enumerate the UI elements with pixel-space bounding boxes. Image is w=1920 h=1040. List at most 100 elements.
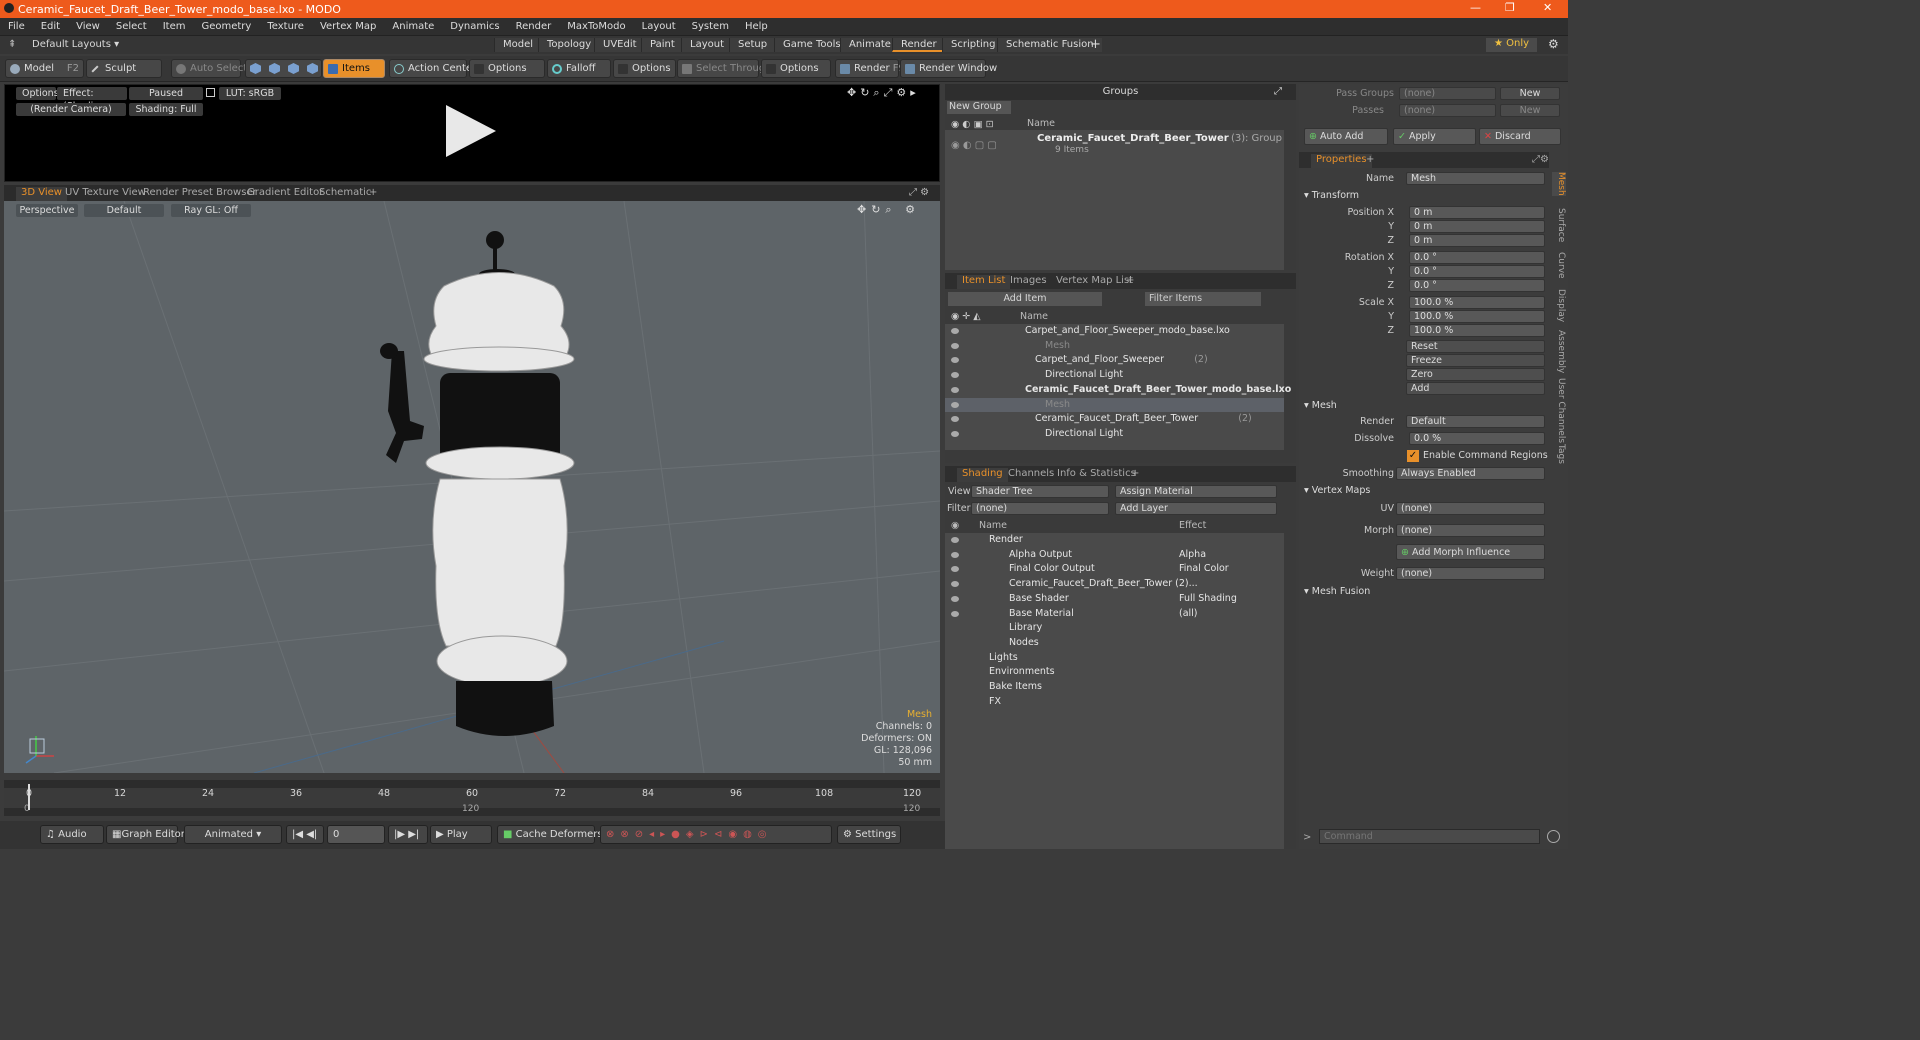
layout-home-icon[interactable]: ⇞ [8, 39, 16, 50]
scale-x-field[interactable]: 100.0 % [1409, 296, 1545, 309]
side-tab-curve[interactable]: Curve [1552, 252, 1566, 279]
side-tab-mesh[interactable]: Mesh [1552, 172, 1566, 196]
add-layer-dropdown[interactable]: Add Layer [1115, 502, 1277, 515]
scale-z-field[interactable]: 100.0 % [1409, 324, 1545, 337]
dissolve-field[interactable]: 0.0 % [1409, 432, 1545, 445]
edges-mode-icon[interactable] [269, 63, 280, 74]
enable-command-regions-checkbox[interactable]: ✓ [1407, 450, 1419, 462]
menu-animate[interactable]: Animate [384, 18, 442, 32]
paused-button[interactable]: Paused [129, 87, 203, 100]
viewport-nav-icons[interactable]: ✥↻⌕ ⚙ [857, 203, 920, 217]
visibility-eye-icon[interactable] [951, 386, 959, 393]
item-list-row[interactable]: Ceramic_Faucet_Draft_Beer_Tower_modo_bas… [945, 383, 1291, 398]
shader-tree-row[interactable]: Final Color Output Final Color [945, 562, 1284, 577]
lock-icon[interactable] [206, 88, 215, 97]
auto-select-button[interactable]: Auto Select [171, 59, 247, 78]
rotation-z-field[interactable]: 0.0 ° [1409, 279, 1545, 292]
options-button-1[interactable]: Options [469, 59, 545, 78]
discard-button[interactable]: ✕ Discard [1479, 128, 1561, 145]
smoothing-dropdown[interactable]: Always Enabled [1396, 467, 1545, 480]
group-name[interactable]: Ceramic_Faucet_Draft_Beer_Tower [1037, 133, 1229, 144]
play-render-icon[interactable] [446, 105, 496, 157]
shader-item-effect[interactable]: Full Shading [1179, 593, 1237, 604]
cache-deformers-button[interactable]: ■ Cache Deformers [497, 825, 603, 844]
freeze-dropdown[interactable]: Freeze [1406, 354, 1545, 367]
visibility-eye-icon[interactable] [951, 342, 959, 349]
shader-tree-row[interactable]: Library [945, 621, 1284, 636]
shader-item-effect[interactable]: Final Color [1179, 563, 1229, 574]
materials-mode-icon[interactable] [307, 63, 318, 74]
visibility-eye-icon[interactable] [951, 610, 959, 617]
sculpt-button[interactable]: Sculpt [86, 59, 162, 78]
mesh-section[interactable]: ▾ Mesh [1304, 400, 1337, 411]
visibility-eye-icon[interactable] [951, 537, 959, 543]
item-list-row[interactable]: Mesh [945, 339, 1284, 354]
group-visibility-icons[interactable]: ◉ ◐ ▢ ▢ [951, 140, 997, 151]
side-tab-surface[interactable]: Surface [1552, 208, 1566, 242]
shader-tree-row[interactable]: Environments [945, 665, 1284, 680]
new-group-button[interactable]: New Group [947, 101, 1011, 114]
expand-icon[interactable]: ⤢⚙ [1527, 154, 1554, 168]
menu-maxtomodo[interactable]: MaxToModo [559, 18, 633, 32]
visibility-eye-icon[interactable] [951, 595, 959, 602]
menu-render[interactable]: Render [508, 18, 560, 32]
tab-shading[interactable]: Shading [957, 468, 1008, 482]
tab-images[interactable]: Images [1005, 275, 1052, 289]
new-pass-button[interactable]: New [1500, 104, 1560, 117]
tab-game-tools[interactable]: Game Tools [774, 38, 849, 52]
shader-item-effect[interactable]: (all) [1179, 608, 1198, 619]
command-input[interactable] [1319, 829, 1540, 844]
tab-channels[interactable]: Channels [1003, 468, 1059, 482]
position-y-field[interactable]: 0 m [1409, 220, 1545, 233]
action-center-button[interactable]: Action Center [389, 59, 476, 78]
item-list-row[interactable]: Directional Light [945, 427, 1284, 442]
menu-dynamics[interactable]: Dynamics [442, 18, 507, 32]
key-tools-buttons[interactable]: ⊗⊗⊘◂▸●◈⊳⊲◉◍◎ [600, 825, 832, 844]
perspective-dropdown[interactable]: Perspective [16, 204, 78, 217]
tab-model[interactable]: Model [494, 38, 542, 52]
menu-edit[interactable]: Edit [33, 18, 68, 32]
mesh-fusion-section[interactable]: ▾ Mesh Fusion [1304, 586, 1370, 597]
add-layout-tab-icon[interactable]: + [1090, 37, 1101, 52]
menu-layout[interactable]: Layout [634, 18, 684, 32]
visibility-eye-icon[interactable] [951, 372, 959, 379]
apply-button[interactable]: ✓ Apply [1393, 128, 1476, 145]
new-pass-group-button[interactable]: New [1500, 87, 1560, 100]
view-dropdown[interactable]: Shader Tree [971, 485, 1109, 498]
tab-schematic-fusion[interactable]: Schematic Fusion [997, 38, 1102, 52]
polygons-mode-icon[interactable] [288, 63, 299, 74]
item-list-row[interactable]: Mesh [945, 397, 1284, 413]
side-tab-display[interactable]: Display [1552, 289, 1566, 322]
render-dropdown[interactable]: Default [1406, 415, 1545, 428]
weight-dropdown[interactable]: (none) [1396, 567, 1545, 580]
add-morph-influence-button[interactable]: ⊕ Add Morph Influence [1396, 544, 1545, 560]
tab-setup[interactable]: Setup [729, 38, 776, 52]
minimize-button[interactable]: — [1470, 1, 1481, 14]
render-options-button[interactable]: Options [16, 87, 59, 100]
side-tab-tags[interactable]: Tags [1552, 444, 1566, 464]
shader-tree-row[interactable]: FX [945, 695, 1284, 710]
shader-tree-row[interactable]: Ceramic_Faucet_Draft_Beer_Tower (2)... [945, 577, 1284, 592]
render-view-nav-icons[interactable]: ✥↻⌕⤢⚙▸ [847, 86, 920, 100]
position-z-field[interactable]: 0 m [1409, 234, 1545, 247]
add-view-tab-icon[interactable]: + [364, 187, 382, 201]
viewport-settings-icon[interactable]: ⤢ ⚙ [904, 187, 934, 201]
maximize-button[interactable]: ❐ [1505, 1, 1515, 14]
3d-viewport[interactable]: Perspective Default Ray GL: Off ✥↻⌕ ⚙ Me… [4, 201, 940, 773]
shading-dropdown[interactable]: Shading: Full [129, 103, 203, 116]
menu-geometry[interactable]: Geometry [193, 18, 259, 32]
visibility-eye-icon[interactable] [951, 328, 959, 334]
tab-uvedit[interactable]: UVEdit [594, 38, 645, 52]
add-tab-icon[interactable]: + [1126, 468, 1144, 482]
rotation-y-field[interactable]: 0.0 ° [1409, 265, 1545, 278]
frame-field[interactable]: 0 [327, 825, 385, 844]
close-button[interactable]: ✕ [1543, 1, 1552, 14]
vertex-maps-section[interactable]: ▾ Vertex Maps [1304, 485, 1370, 496]
options-button-2[interactable]: Options [613, 59, 676, 78]
tab-topology[interactable]: Topology [538, 38, 600, 52]
render-window-button[interactable]: Render Window [900, 59, 997, 78]
visibility-eye-icon[interactable] [951, 551, 959, 558]
rotation-x-field[interactable]: 0.0 ° [1409, 251, 1545, 264]
skip-back-buttons[interactable]: |◀ ◀| [286, 825, 324, 844]
add-dropdown[interactable]: Add [1406, 382, 1545, 395]
